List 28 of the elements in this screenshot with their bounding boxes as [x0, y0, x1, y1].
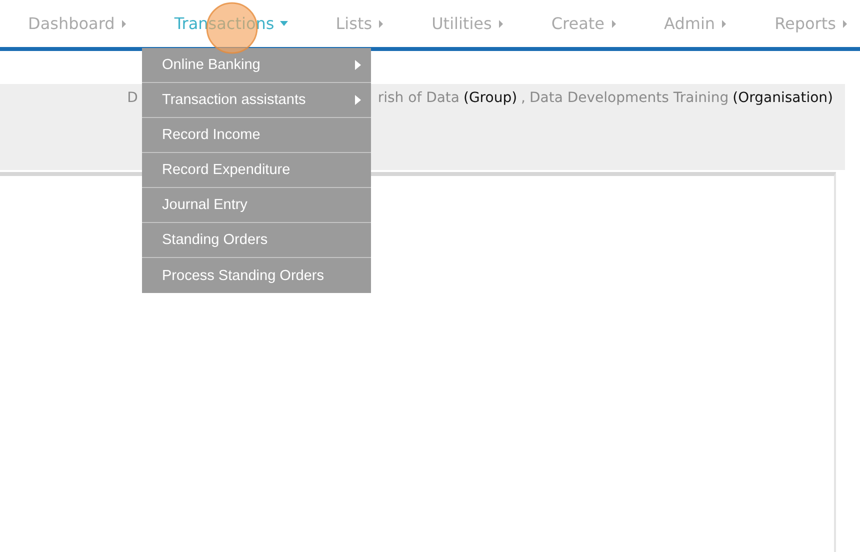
breadcrumb-link[interactable]: rish of Data [378, 90, 460, 106]
menu-item[interactable]: Transaction assistants [142, 83, 371, 118]
caret-icon [610, 20, 617, 28]
menu-item[interactable]: Online Banking [142, 48, 371, 83]
menu-item[interactable]: Process Standing Orders [142, 258, 371, 293]
breadcrumb-type: (Organisation) [732, 90, 833, 106]
nav-tab[interactable]: Reports [774, 14, 848, 33]
submenu-arrow-icon [355, 60, 361, 70]
nav-tab[interactable]: Create [551, 14, 617, 33]
submenu-arrow-icon [355, 95, 361, 105]
caret-icon [280, 21, 288, 26]
caret-icon [842, 20, 848, 28]
nav-tab[interactable]: Admin [664, 14, 728, 33]
breadcrumb-link[interactable]: , [521, 90, 526, 106]
breadcrumb-link[interactable]: Data Developments Training [530, 90, 729, 106]
nav-tab[interactable]: Dashboard [28, 14, 127, 33]
menu-item[interactable]: Record Income [142, 118, 371, 153]
caret-icon [721, 20, 728, 28]
caret-icon [120, 20, 127, 28]
nav-tab[interactable]: Lists [336, 14, 384, 33]
breadcrumb-link[interactable]: D [127, 90, 138, 106]
breadcrumb-type: (Group) [464, 90, 518, 106]
menu-item[interactable]: Journal Entry [142, 188, 371, 223]
caret-icon [378, 20, 384, 28]
caret-icon [498, 20, 504, 28]
menu-item[interactable]: Standing Orders [142, 223, 371, 258]
menu-item[interactable]: Record Expenditure [142, 153, 371, 188]
nav-tab[interactable]: Utilities [432, 14, 504, 33]
